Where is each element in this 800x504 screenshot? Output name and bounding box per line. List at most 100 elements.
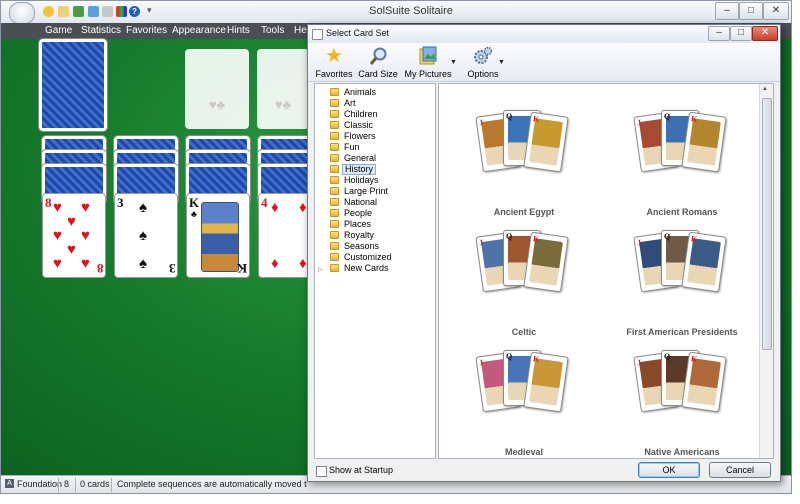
card-preview: K [523, 351, 569, 413]
card-app-icon [312, 29, 323, 40]
club-icon: ♣ [191, 209, 197, 219]
my-pictures-label: My Pictures [404, 69, 452, 79]
card-rank: K [236, 261, 247, 276]
card-set-gallery: ▲ J Q K Ancient Egypt J Q K Ancient Romans J Q K Ce… [438, 83, 774, 459]
card-set-name: Ancient Romans [646, 207, 718, 217]
heart-icon: ♥ [81, 227, 90, 244]
card-set-tile[interactable]: J Q K Ancient Romans [607, 104, 757, 224]
tableau-card[interactable]: 8 ♥ ♥ ♥ ♥ ♥ ♥ ♥ ♥ 8 [42, 193, 106, 278]
tree-item-label: People [344, 208, 373, 218]
pictures-icon [418, 46, 438, 66]
dialog-minimize-button[interactable]: – [708, 26, 730, 41]
heart-icon: ♥ [53, 255, 62, 272]
card-preview-rank: Q [664, 352, 671, 361]
dropdown-arrow-icon[interactable]: ▼ [498, 59, 505, 66]
card-set-tile[interactable]: J Q K Medieval [449, 344, 599, 458]
folder-icon [330, 176, 339, 184]
folder-icon [330, 99, 339, 107]
folder-icon [330, 198, 339, 206]
expand-arrow-icon[interactable]: ▷ [318, 265, 323, 276]
scrollbar-thumb[interactable] [762, 98, 772, 350]
card-preview: K [523, 231, 569, 293]
dialog-close-button[interactable]: ✕ [752, 26, 778, 41]
card-set-name: Celtic [511, 327, 537, 337]
heart-icon: ♥ [53, 227, 62, 244]
undo-icon[interactable] [73, 6, 84, 17]
tree-item-label: Large Print [344, 186, 389, 196]
tree-item-label: Royalty [344, 230, 375, 240]
folder-icon [330, 220, 339, 228]
scroll-up-icon[interactable]: ▲ [762, 86, 768, 92]
dialog-maximize-button[interactable]: □ [730, 26, 752, 41]
title-bar: ? ▾ SolSuite Solitaire – □ ✕ [1, 1, 791, 24]
menu-tools[interactable]: Tools [261, 24, 284, 38]
card-preview-rank: K [532, 234, 540, 244]
app-menu-button[interactable] [9, 2, 35, 24]
show-at-startup-checkbox[interactable] [316, 466, 327, 477]
card-preview-rank: J [478, 237, 484, 248]
card-preview-rank: K [690, 354, 698, 364]
menu-hints[interactable]: Hints [227, 24, 250, 38]
menu-statistics[interactable]: Statistics [81, 24, 121, 38]
card-preview-rank: J [478, 117, 484, 128]
card-preview-rank: Q [506, 352, 513, 361]
card-rank: 3 [168, 261, 176, 276]
tableau-column[interactable]: 3 ♠ ♠ ♠ 3 [113, 135, 179, 278]
minimize-button[interactable]: – [715, 2, 739, 20]
card-set-tile[interactable]: J Q K Ancient Egypt [449, 104, 599, 224]
card-set-name: Native Americans [644, 447, 720, 457]
folder-icon [330, 209, 339, 217]
card-set-tile[interactable]: J Q K Celtic [449, 224, 599, 344]
card-face-portrait [687, 118, 721, 166]
ok-button[interactable]: OK [638, 462, 700, 478]
tree-item-label: Children [344, 109, 378, 119]
card-face-portrait [529, 238, 563, 286]
maximize-button[interactable]: □ [739, 2, 763, 20]
card-rank: 8 [96, 261, 104, 276]
folder-icon [330, 143, 339, 151]
card-preview: K [681, 231, 727, 293]
card-size-label: Card Size [358, 69, 398, 79]
card-rank: 3 [117, 195, 124, 210]
close-button[interactable]: ✕ [763, 2, 789, 20]
statistics-icon[interactable] [116, 6, 127, 17]
heart-icon: ♥ [67, 241, 76, 258]
tree-item-label: Animals [344, 87, 377, 97]
new-game-icon[interactable] [43, 6, 54, 17]
card-set-name: First American Presidents [626, 327, 738, 337]
tableau-column[interactable]: K ♣ K [185, 135, 251, 278]
options-button[interactable]: Options ▼ [458, 45, 508, 79]
card-preview: K [681, 111, 727, 173]
hint-icon[interactable] [102, 6, 113, 17]
card-size-button[interactable]: Card Size [356, 45, 400, 79]
menu-favorites[interactable]: Favorites [126, 24, 167, 38]
my-pictures-button[interactable]: My Pictures ▼ [400, 45, 457, 79]
open-icon[interactable] [58, 6, 69, 17]
folder-icon [330, 154, 339, 162]
tableau-card[interactable]: K ♣ K [186, 193, 250, 278]
spade-icon: ♠ [139, 227, 147, 244]
tree-item-label: Places [344, 219, 372, 229]
help-icon[interactable]: ? [129, 6, 140, 17]
foundation-slot[interactable]: ♥♣ [257, 49, 309, 129]
menu-game[interactable]: Game [45, 24, 72, 38]
card-preview-rank: K [532, 114, 540, 124]
vertical-scrollbar[interactable]: ▲ [759, 84, 773, 458]
card-preview: K [523, 111, 569, 173]
tableau-column[interactable]: 8 ♥ ♥ ♥ ♥ ♥ ♥ ♥ ♥ 8 [41, 135, 107, 278]
dropdown-arrow-icon[interactable]: ▼ [450, 59, 457, 66]
folder-icon [330, 253, 339, 261]
tableau-card[interactable]: 3 ♠ ♠ ♠ 3 [114, 193, 178, 278]
stock-pile[interactable] [38, 38, 108, 132]
customize-quick-access-icon[interactable]: ▾ [147, 5, 152, 16]
menu-appearance[interactable]: Appearance [172, 24, 226, 38]
favorites-button[interactable]: ★ Favorites [312, 45, 356, 79]
foundation-slot[interactable]: ♥♣ [185, 49, 249, 129]
card-set-tile[interactable]: J Q K First American Presidents [607, 224, 757, 344]
cancel-button[interactable]: Cancel [709, 462, 771, 478]
card-preview-rank: K [690, 114, 698, 124]
redo-icon[interactable] [88, 6, 99, 17]
diamond-icon: ♦ [299, 255, 307, 272]
card-set-tile[interactable]: J Q K Native Americans [607, 344, 757, 458]
heart-icon: ♥ [81, 255, 90, 272]
